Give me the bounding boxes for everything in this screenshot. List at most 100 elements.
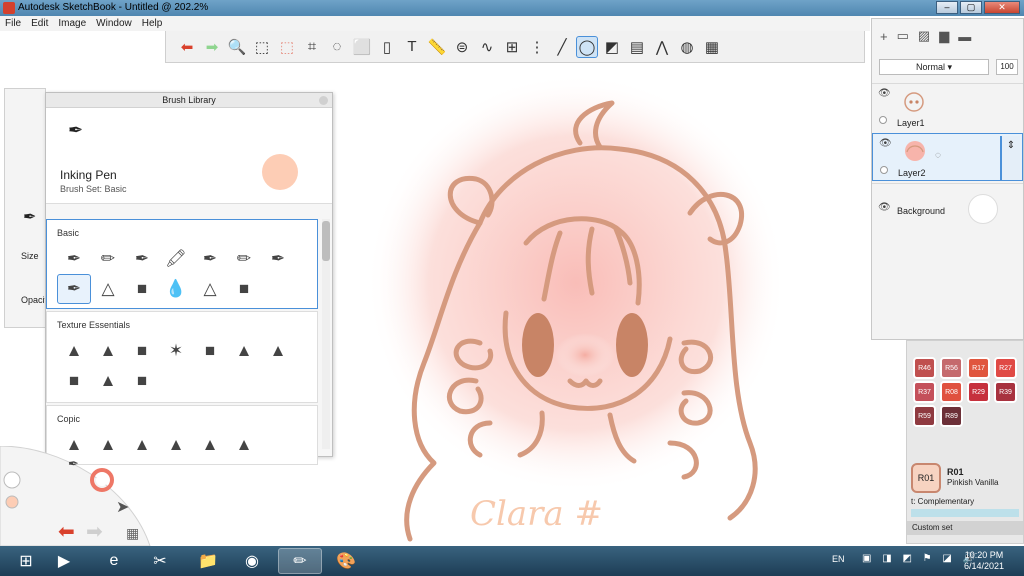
copic-icon[interactable]: ▤ [626,36,648,58]
copic-swatch[interactable]: R17 [967,357,990,379]
brush-item[interactable]: ▲ [57,336,91,366]
perspective-icon[interactable]: ⊞ [501,36,523,58]
layer-lock-toggle[interactable] [879,116,887,124]
color-swatch-puck[interactable] [5,495,19,509]
scrollbar-thumb[interactable] [322,221,330,261]
maximize-button[interactable]: ▢ [960,1,982,14]
minimize-button[interactable]: – [936,1,958,14]
brush-item[interactable]: ■ [193,336,227,366]
brush-item[interactable]: ✏ [91,244,125,274]
copic-swatch[interactable]: R27 [994,357,1017,379]
pen-icon[interactable]: ✒ [68,456,79,471]
layer-lock-toggle[interactable] [880,166,888,174]
brush-item[interactable]: △ [193,274,227,304]
undo-icon[interactable]: ⬅ [58,521,75,543]
symmetry-icon[interactable]: ⋮ [526,36,548,58]
internet-explorer-icon[interactable]: e [92,548,136,574]
add-image-icon[interactable]: ▨ [918,28,930,44]
undo-icon[interactable]: ⬅ [176,36,198,58]
brush-library-scrollbar[interactable] [322,219,330,449]
brush-item[interactable]: ✒ [57,274,91,304]
copic-swatch[interactable]: R59 [913,405,936,427]
brush-item[interactable]: ▲ [193,430,227,460]
brush-item[interactable]: ■ [125,274,159,304]
brush-library-icon[interactable]: ⋀ [651,36,673,58]
brush-item[interactable]: ▲ [91,336,125,366]
drawing-canvas[interactable]: Clara # [330,63,906,546]
menu-window[interactable]: Window [91,16,137,31]
layer-row-layer2[interactable]: 👁 ◌ Layer2 ⇕ [872,133,1023,181]
ellipse-guide-icon[interactable]: ⊜ [451,36,473,58]
complementary-color-bar[interactable] [911,509,1019,517]
select-icon[interactable]: ⬚ [251,36,273,58]
brush-item[interactable]: ✒ [125,244,159,274]
menu-help[interactable]: Help [137,16,168,31]
close-button[interactable]: ✕ [984,1,1020,14]
blend-mode-select[interactable]: Normal ▾ [879,59,989,75]
select-alt-icon[interactable]: ⬚ [276,36,298,58]
menu-file[interactable]: File [0,16,26,31]
ruler-icon[interactable]: 📏 [426,36,448,58]
copic-swatch[interactable]: R56 [940,357,963,379]
copic-swatch[interactable]: R29 [967,381,990,403]
close-icon[interactable] [319,96,328,105]
lasso-icon[interactable]: ◌ [326,36,348,58]
brush-item[interactable]: ■ [227,274,261,304]
shape-icon[interactable]: ◩ [601,36,623,58]
brush-item[interactable]: 🖍 [159,244,193,274]
layer-options-icon[interactable]: ⇕ [1000,136,1020,180]
text-icon[interactable]: T [401,36,423,58]
media-player-icon[interactable]: ▶ [42,548,86,574]
add-layer-icon[interactable]: + [880,29,888,44]
brush-item[interactable]: 💧 [159,274,193,304]
snipping-tool-icon[interactable]: ✂ [138,548,182,574]
transform-icon[interactable]: ⬜ [351,36,373,58]
curve-icon[interactable]: ∿ [476,36,498,58]
eye-icon[interactable]: 👁 [878,202,891,213]
layers-icon[interactable]: ▦ [701,36,723,58]
clear-layer-icon[interactable]: ▬ [958,29,971,44]
custom-set-tab[interactable]: Custom set [907,521,1023,535]
brush-item[interactable]: △ [91,274,125,304]
file-explorer-icon[interactable]: 📁 [186,548,230,574]
brush-item[interactable]: ■ [125,366,159,396]
add-group-icon[interactable]: ▭ [897,28,909,44]
brush-library-header[interactable]: Brush Library [46,93,332,108]
brush-item[interactable]: ▲ [227,430,261,460]
eye-icon[interactable]: 👁 [879,138,892,149]
redo-icon[interactable]: ➡ [201,36,223,58]
copic-swatch[interactable]: R89 [940,405,963,427]
brush-item[interactable]: ▲ [91,366,125,396]
pointer-icon[interactable]: ➤ [116,499,129,516]
brush-item[interactable]: ■ [125,336,159,366]
stroke-icon[interactable]: ╱ [551,36,573,58]
clock[interactable]: 10:20 PM 6/14/2021 [962,550,1006,572]
language-indicator[interactable]: EN [832,554,845,564]
merge-layer-icon[interactable]: ▆ [939,28,949,44]
chrome-icon[interactable]: ◉ [230,548,274,574]
menu-edit[interactable]: Edit [26,16,53,31]
brush-item[interactable]: ■ [57,366,91,396]
current-color-swatch[interactable] [262,154,298,190]
eye-icon[interactable]: 👁 [878,88,891,99]
brush-item[interactable]: ▲ [159,430,193,460]
brush-item[interactable]: ▲ [227,336,261,366]
paint-icon[interactable]: 🎨 [324,548,368,574]
selected-copic-swatch[interactable]: R01 [911,463,941,493]
brush-item[interactable]: ▲ [261,336,295,366]
layers-icon[interactable]: ▦ [126,525,139,541]
fill-icon[interactable]: ▯ [376,36,398,58]
brush-item[interactable]: ✏ [227,244,261,274]
layer-opacity-field[interactable]: 100 [996,59,1018,75]
copic-swatch[interactable]: R37 [913,381,936,403]
menu-image[interactable]: Image [53,16,91,31]
color-wheel-icon[interactable]: ◍ [676,36,698,58]
layer-row-layer1[interactable]: 👁 Layer1 [872,83,1023,131]
pen-icon[interactable]: ✒ [23,207,36,227]
brush-item[interactable]: ✒ [261,244,295,274]
copic-swatch[interactable]: R08 [940,381,963,403]
redo-icon[interactable]: ➡ [86,521,103,543]
complementary-label[interactable]: t: Complementary [911,497,974,506]
brush-puck[interactable] [3,471,21,489]
zoom-icon[interactable]: 🔍 [226,36,248,58]
